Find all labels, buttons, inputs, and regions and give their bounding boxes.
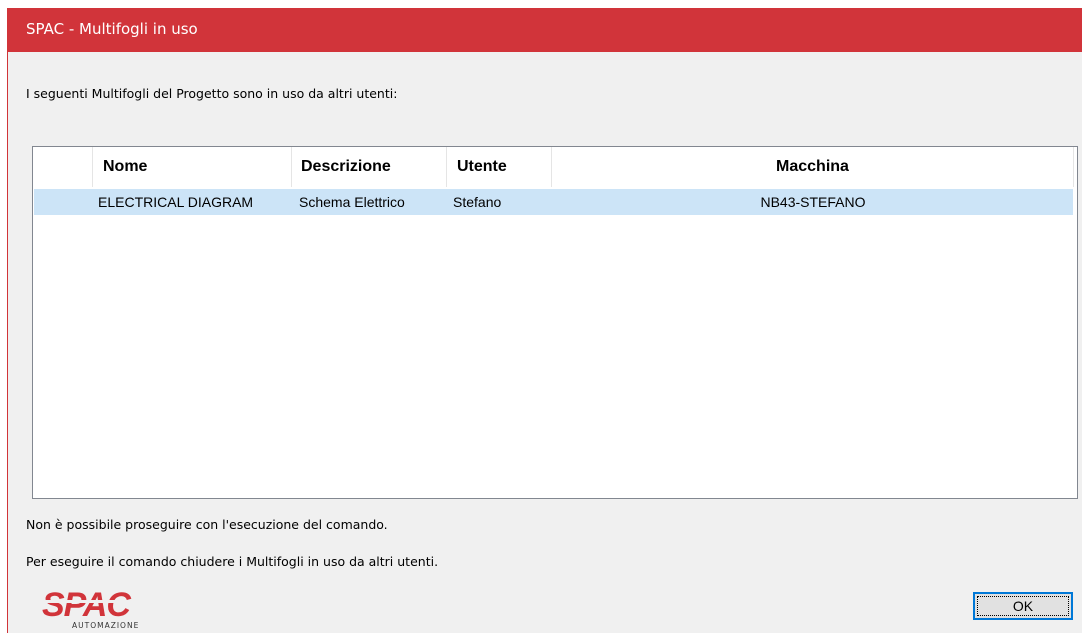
svg-text:SPAC: SPAC (42, 586, 131, 624)
title-bar[interactable]: SPAC - Multifogli in uso (8, 8, 1082, 52)
ok-button[interactable]: OK (973, 592, 1073, 620)
svg-text:AUTOMAZIONE: AUTOMAZIONE (72, 621, 139, 630)
spac-logo: SPAC AUTOMAZIONE (42, 586, 172, 630)
column-header-macchina[interactable]: Macchina (552, 147, 1074, 187)
cell-descrizione: Schema Elettrico (299, 194, 405, 210)
column-header-nome[interactable]: Nome (93, 147, 292, 187)
cell-macchina: NB43-STEFANO (760, 194, 866, 210)
focus-rectangle (977, 596, 1069, 616)
window-title: SPAC - Multifogli in uso (26, 20, 198, 38)
column-header-indicator[interactable] (33, 147, 93, 187)
cell-nome: ELECTRICAL DIAGRAM (98, 194, 254, 210)
multifogli-dialog: SPAC - Multifogli in uso I seguenti Mult… (7, 8, 1082, 633)
column-header-descrizione[interactable]: Descrizione (292, 147, 447, 187)
status-message-1: Non è possibile proseguire con l'esecuzi… (26, 517, 388, 532)
info-message: I seguenti Multifogli del Progetto sono … (26, 86, 398, 101)
cell-utente: Stefano (453, 194, 502, 210)
spac-logo-graphic: SPAC AUTOMAZIONE (42, 586, 162, 630)
status-message-2: Per eseguire il comando chiudere i Multi… (26, 554, 439, 569)
in-use-sheets-table[interactable]: Nome Descrizione Utente Macchina ELECTRI… (32, 146, 1078, 499)
column-header-utente[interactable]: Utente (447, 147, 552, 187)
table-header: Nome Descrizione Utente Macchina (33, 147, 1077, 187)
table-row[interactable]: ELECTRICAL DIAGRAM Schema Elettrico Stef… (34, 189, 1073, 215)
